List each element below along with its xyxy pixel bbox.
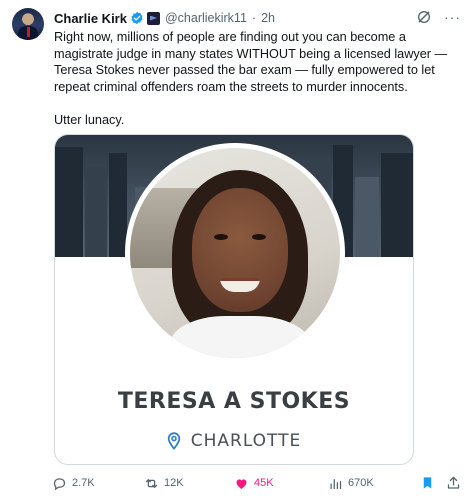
author-handle[interactable]: @charliekirk11 xyxy=(165,11,247,25)
share-icon[interactable] xyxy=(446,475,461,491)
reply-icon xyxy=(53,477,66,490)
more-icon[interactable]: ··· xyxy=(444,10,461,24)
tweet-text-paragraph-1: Right now, millions of people are findin… xyxy=(54,30,448,94)
author-name[interactable]: Charlie Kirk xyxy=(54,11,127,26)
separator: · xyxy=(251,11,257,25)
like-button[interactable]: 45K xyxy=(234,475,274,491)
repost-button[interactable]: 12K xyxy=(144,475,184,491)
grok-icon[interactable] xyxy=(416,9,432,25)
card-location: CHARLOTTE xyxy=(55,431,413,451)
repost-icon xyxy=(145,478,158,488)
like-icon xyxy=(236,478,247,489)
profile-card-image[interactable]: TERESA A STOKES CHARLOTTE xyxy=(54,134,414,465)
top-actions: ··· xyxy=(416,9,461,25)
tweet-text: Right now, millions of people are findin… xyxy=(54,29,459,129)
profile-photo xyxy=(125,143,345,363)
avatar-tie xyxy=(27,27,30,37)
verified-badge-icon xyxy=(131,11,143,25)
reply-button[interactable]: 2.7K xyxy=(52,475,95,491)
tweet: Charlie Kirk @charliekirk11 · 2h ··· Rig… xyxy=(0,0,473,500)
photo-right-eye xyxy=(252,234,266,240)
views-button[interactable]: 670K xyxy=(328,475,374,491)
post-time[interactable]: 2h xyxy=(261,11,275,25)
photo-face xyxy=(192,188,288,312)
card-location-text: CHARLOTTE xyxy=(190,431,302,451)
reply-count: 2.7K xyxy=(72,477,95,489)
card-person-name: TERESA A STOKES xyxy=(117,389,351,414)
like-count: 45K xyxy=(254,477,274,489)
repost-count: 12K xyxy=(164,477,184,489)
tweet-header: Charlie Kirk @charliekirk11 · 2h xyxy=(54,9,275,27)
action-bar: 2.7K 12K 45K 670K xyxy=(48,475,462,493)
affiliation-badge-icon[interactable] xyxy=(146,11,160,25)
author-avatar[interactable] xyxy=(12,8,44,40)
location-pin-icon xyxy=(167,432,180,450)
views-icon xyxy=(330,478,342,489)
tweet-text-paragraph-2: Utter lunacy. xyxy=(54,113,125,127)
views-count: 670K xyxy=(348,477,374,489)
photo-left-eye xyxy=(214,234,228,240)
photo-shirt xyxy=(170,316,310,358)
bookmark-icon[interactable] xyxy=(420,475,435,491)
